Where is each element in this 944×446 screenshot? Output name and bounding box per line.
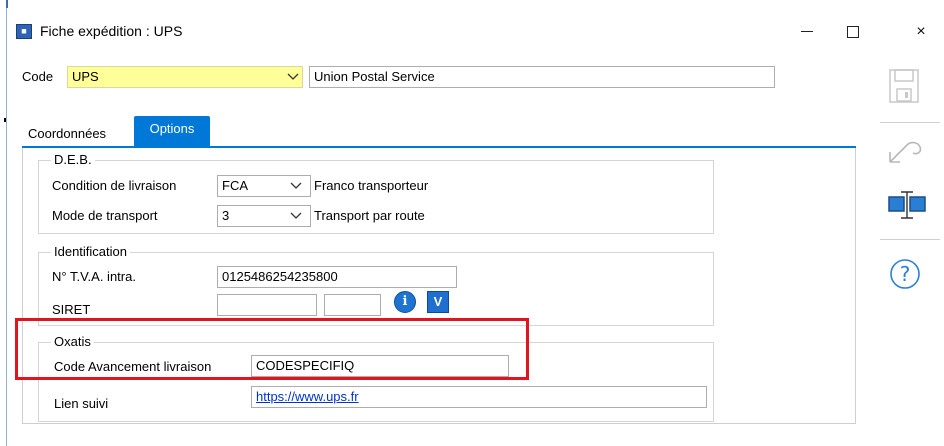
code-description-value: Union Postal Service xyxy=(314,69,435,84)
window-left-edge xyxy=(0,0,8,446)
save-icon[interactable] xyxy=(889,69,919,106)
tva-intra-field[interactable]: 0125486254235800 xyxy=(217,266,457,288)
tab-options[interactable]: Options xyxy=(134,116,210,146)
code-label: Code xyxy=(22,69,54,84)
close-icon: × xyxy=(916,23,926,40)
condition-livraison-description: Franco transporteur xyxy=(314,178,429,193)
minimize-button[interactable] xyxy=(784,16,830,48)
condition-livraison-value: FCA xyxy=(222,178,248,193)
identification-group-title: Identification xyxy=(51,244,130,259)
info-button[interactable]: i xyxy=(394,291,416,313)
field-text-icon[interactable] xyxy=(887,190,927,223)
mode-transport-value: 3 xyxy=(222,208,230,223)
lien-suivi-field[interactable]: https://www.ups.fr xyxy=(251,386,707,408)
siret-field-2[interactable] xyxy=(324,294,381,316)
tva-intra-value: 0125486254235800 xyxy=(222,269,338,284)
info-icon: i xyxy=(402,294,408,309)
svg-text:?: ? xyxy=(900,262,911,286)
help-icon[interactable]: ? xyxy=(889,258,921,293)
app-icon: ■ xyxy=(16,24,32,39)
tab-coordonnees[interactable]: Coordonnées xyxy=(28,126,106,141)
deb-group-title: D.E.B. xyxy=(51,152,95,167)
siret-field-1[interactable] xyxy=(217,294,317,316)
highlight-box xyxy=(15,318,529,380)
verify-icon: V xyxy=(433,294,443,309)
mode-transport-label: Mode de transport xyxy=(52,208,158,223)
lien-suivi-link[interactable]: https://www.ups.fr xyxy=(256,389,359,404)
dialog-window: ■ Fiche expédition : UPS × Code UPS Unio… xyxy=(0,0,944,446)
lien-suivi-label: Lien suivi xyxy=(54,396,109,411)
code-value: UPS xyxy=(72,69,99,84)
siret-label: SIRET xyxy=(52,302,91,317)
title-bar: ■ Fiche expédition : UPS × xyxy=(8,16,944,48)
code-dropdown-icon[interactable] xyxy=(284,66,302,88)
undo-icon[interactable] xyxy=(887,139,923,168)
transport-dropdown-icon[interactable] xyxy=(287,205,305,227)
code-select[interactable]: UPS xyxy=(67,66,303,88)
minimize-icon xyxy=(801,31,813,33)
window-title: Fiche expédition : UPS xyxy=(40,23,183,39)
condition-livraison-label: Condition de livraison xyxy=(52,178,177,193)
condition-dropdown-icon[interactable] xyxy=(287,175,305,197)
close-button[interactable]: × xyxy=(898,16,944,48)
tva-intra-label: N° T.V.A. intra. xyxy=(52,269,136,284)
maximize-button[interactable] xyxy=(830,16,876,48)
maximize-icon xyxy=(847,25,859,38)
verify-button[interactable]: V xyxy=(427,291,449,313)
mode-transport-description: Transport par route xyxy=(314,208,425,223)
code-description-field[interactable]: Union Postal Service xyxy=(309,66,775,88)
